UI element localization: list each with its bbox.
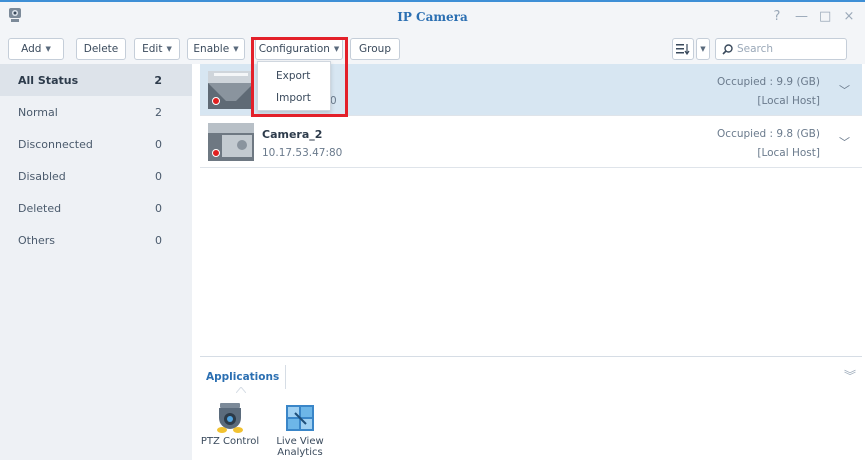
sidebar-item-count: 0 [155,201,162,215]
enable-button-label: Enable [193,43,230,55]
camera-row-2[interactable]: Camera_2 10.17.53.47:80 Occupied : 9.8 (… [200,116,862,168]
camera-thumbnail [208,123,254,161]
recording-indicator-icon [212,149,220,157]
minimize-button[interactable]: — [795,9,808,24]
recording-indicator-icon [212,97,220,105]
maximize-button[interactable]: □ [819,9,831,24]
edit-button-label: Edit [142,43,163,55]
sidebar-item-count: 0 [155,137,162,151]
sidebar-item-disconnected[interactable]: Disconnected 0 [0,128,192,160]
sidebar-item-count: 2 [155,105,162,119]
app-live-view-analytics[interactable]: Live View Analytics [270,402,330,458]
sidebar-item-label: Deleted [18,201,62,215]
app-ptz-control[interactable]: PTZ Control [200,402,260,447]
menu-item-import[interactable]: Import [258,87,330,109]
group-button[interactable]: Group [350,38,400,60]
search-input[interactable] [737,43,837,55]
caret-down-icon: ▼ [166,45,172,53]
camera-address: 0 [330,95,337,107]
applications-panel: Applications ︾ PTZ Control Live View Ana… [200,356,862,460]
chevron-down-icon[interactable]: ﹀ [839,82,850,98]
add-button[interactable]: Add ▼ [8,38,64,60]
caret-down-icon: ▼ [700,45,706,53]
configuration-button[interactable]: Configuration ▼ [255,38,343,60]
toolbar: Add ▼ Delete Edit ▼ Enable ▼ Configurati… [0,34,865,64]
edit-button[interactable]: Edit ▼ [134,38,180,60]
sidebar-item-label: Disconnected [18,137,93,151]
sidebar-item-all-status[interactable]: All Status 2 [0,64,192,96]
sidebar-item-count: 0 [155,233,162,247]
sidebar-item-count: 2 [154,73,162,87]
delete-button[interactable]: Delete [76,38,126,60]
caret-down-icon: ▼ [45,45,51,53]
sidebar-item-label: All Status [18,73,79,87]
help-button[interactable]: ? [771,9,783,24]
status-sidebar: All Status 2 Normal 2 Disconnected 0 Dis… [0,64,192,460]
camera-occupied: Occupied : 9.8 (GB) [717,128,820,140]
sidebar-item-normal[interactable]: Normal 2 [0,96,192,128]
live-view-analytics-icon [286,405,314,431]
caret-down-icon: ▼ [333,45,340,53]
camera-name: Camera_2 [262,128,323,141]
sidebar-item-deleted[interactable]: Deleted 0 [0,192,192,224]
window-controls: ? — □ × [771,9,855,24]
sidebar-item-label: Normal [18,105,58,119]
configuration-button-label: Configuration [258,43,330,55]
enable-button[interactable]: Enable ▼ [187,38,245,60]
app-label: Live View Analytics [276,436,324,458]
window-title: IP Camera [397,10,468,24]
sidebar-item-others[interactable]: Others 0 [0,224,192,256]
close-button[interactable]: × [843,9,855,24]
tab-pointer-icon [236,387,246,393]
configuration-dropdown-menu: Export Import [257,61,331,111]
sort-button[interactable] [672,38,694,60]
camera-host: [Local Host] [757,95,820,107]
delete-button-label: Delete [83,43,119,55]
search-field[interactable] [715,38,847,60]
sidebar-item-disabled[interactable]: Disabled 0 [0,160,192,192]
add-button-label: Add [21,43,42,55]
ptz-camera-icon [217,403,243,433]
sort-dropdown-button[interactable]: ▼ [696,38,710,60]
sidebar-item-label: Others [18,233,55,247]
menu-item-export[interactable]: Export [258,65,330,87]
camera-host: [Local Host] [757,147,820,159]
caret-down-icon: ▼ [233,45,239,53]
app-label: PTZ Control [200,436,260,447]
camera-occupied: Occupied : 9.9 (GB) [717,76,820,88]
camera-thumbnail [208,71,254,109]
search-icon [722,43,733,55]
sidebar-item-label: Disabled [18,169,66,183]
sidebar-item-count: 0 [155,169,162,183]
tab-applications[interactable]: Applications [200,365,287,389]
camera-address: 10.17.53.47:80 [262,147,343,159]
collapse-chevron-icon[interactable]: ︾ [844,367,856,384]
chevron-down-icon[interactable]: ﹀ [839,134,850,150]
sort-list-icon [676,44,690,55]
title-bar: IP Camera ? — □ × [0,0,865,34]
group-button-label: Group [359,43,391,55]
